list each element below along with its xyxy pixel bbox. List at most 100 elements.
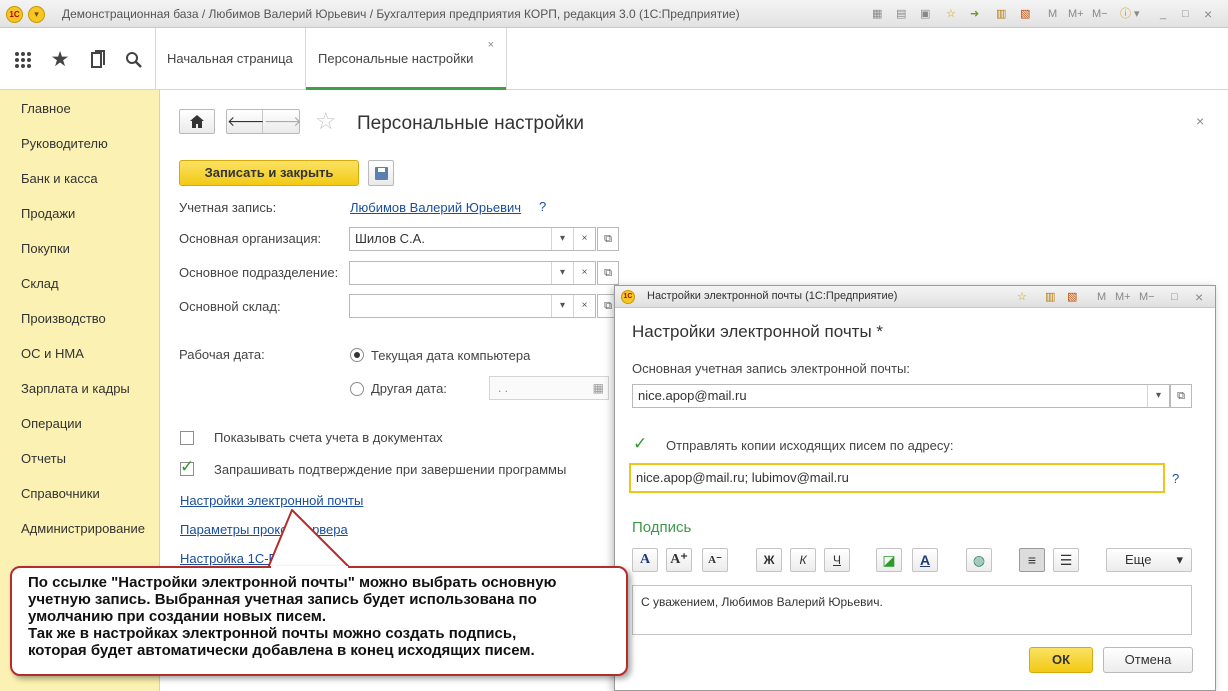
show-accounts-checkbox[interactable] — [180, 431, 194, 445]
bold-icon[interactable]: Ж — [756, 548, 782, 572]
calculator-icon[interactable]: ▥ — [1045, 289, 1055, 305]
warehouse-field[interactable]: ▾ × — [349, 294, 596, 318]
maximize-button[interactable]: □ — [1171, 289, 1178, 305]
info-icon[interactable]: ⓘ — [1120, 6, 1131, 22]
help-icon[interactable]: ? — [1172, 471, 1179, 486]
forward-arrow-icon[interactable]: 🡒 — [264, 110, 302, 133]
copies-address-field[interactable]: nice.apop@mail.ru; lubimov@mail.ru — [629, 463, 1165, 493]
history-icon[interactable] — [84, 46, 112, 74]
favorites-icon[interactable]: ☆ — [946, 6, 956, 22]
back-arrow-icon[interactable]: 🡐 — [227, 110, 265, 133]
favorites-icon[interactable]: ☆ — [1017, 289, 1027, 305]
help-icon[interactable]: ? — [539, 199, 546, 214]
form-close-icon[interactable]: × — [1196, 113, 1204, 129]
buhfon-settings-link[interactable]: Настройка 1С-Бухфо — [180, 551, 308, 566]
main-account-field[interactable]: nice.apop@mail.ru ▾ — [632, 384, 1170, 408]
sidebar-item-warehouse[interactable]: Склад — [21, 276, 59, 291]
radio-current-date-label[interactable]: Текущая дата компьютера — [371, 348, 530, 363]
preview-icon[interactable]: ▤ — [896, 6, 906, 22]
show-accounts-label[interactable]: Показывать счета учета в документах — [214, 430, 443, 445]
home-button[interactable] — [179, 109, 215, 134]
tab-personal-settings[interactable]: Персональные настройки × — [305, 28, 507, 90]
sidebar-item-catalogs[interactable]: Справочники — [21, 486, 100, 501]
sidebar-item-payroll[interactable]: Зарплата и кадры — [21, 381, 130, 396]
send-copies-label[interactable]: Отправлять копии исходящих писем по адре… — [666, 438, 953, 453]
font-icon[interactable]: A — [632, 548, 658, 572]
memory-add-button[interactable]: M+ — [1115, 289, 1131, 305]
favorites-star-icon[interactable]: ★ — [46, 46, 74, 74]
insert-image-icon[interactable]: ◍ — [966, 548, 992, 572]
chevron-down-icon[interactable]: ▾ — [551, 262, 573, 284]
sidebar-item-bank[interactable]: Банк и касса — [21, 171, 98, 186]
text-color-icon[interactable]: A — [912, 548, 938, 572]
sidebar-item-purchases[interactable]: Покупки — [21, 241, 70, 256]
sidebar-item-sales[interactable]: Продажи — [21, 206, 75, 221]
font-larger-icon[interactable]: A⁺ — [666, 548, 692, 572]
print-icon[interactable]: ▦ — [872, 6, 882, 22]
account-link[interactable]: Любимов Валерий Юрьевич — [350, 200, 521, 215]
radio-other-date-label[interactable]: Другая дата: — [371, 381, 447, 396]
proxy-settings-link[interactable]: Параметры прокси-сервера — [180, 522, 348, 537]
chevron-down-icon[interactable]: ▾ — [1147, 385, 1169, 407]
search-icon[interactable] — [120, 46, 148, 74]
tab-close-icon[interactable]: × — [488, 14, 494, 76]
save-and-close-button[interactable]: Записать и закрыть — [179, 160, 359, 186]
sidebar-item-production[interactable]: Производство — [21, 311, 106, 326]
close-button[interactable]: × — [1195, 289, 1203, 305]
sections-grid-icon[interactable] — [9, 46, 37, 74]
sidebar-item-main[interactable]: Главное — [21, 101, 71, 116]
chevron-down-icon[interactable]: ▾ — [551, 228, 573, 250]
signature-title: Подпись — [632, 519, 692, 536]
favorite-star-icon[interactable]: ☆ — [315, 108, 337, 136]
memory-store-button[interactable]: M — [1048, 6, 1057, 22]
clear-icon[interactable]: × — [573, 262, 595, 284]
open-icon[interactable]: ⧉ — [597, 261, 619, 285]
sidebar-item-administration[interactable]: Администрирование — [21, 521, 145, 536]
sidebar-item-assets[interactable]: ОС и НМА — [21, 346, 84, 361]
calendar-icon[interactable]: ▦ — [593, 377, 604, 399]
sidebar-item-management[interactable]: Руководителю — [21, 136, 108, 151]
calendar-icon[interactable]: ▧ — [1067, 289, 1077, 305]
cancel-button[interactable]: Отмена — [1103, 647, 1193, 673]
memory-store-button[interactable]: M — [1097, 289, 1106, 305]
chevron-down-icon[interactable]: ▾ — [551, 295, 573, 317]
minimize-button[interactable]: _ — [1160, 6, 1166, 22]
signature-editor[interactable]: С уважением, Любимов Валерий Юрьевич. — [632, 585, 1192, 635]
ok-button[interactable]: ОК — [1029, 647, 1093, 673]
confirm-exit-label[interactable]: Запрашивать подтверждение при завершении… — [214, 462, 566, 477]
clear-icon[interactable]: × — [573, 295, 595, 317]
info-menu-icon[interactable]: ▾ — [1134, 6, 1140, 22]
open-icon[interactable]: ⧉ — [1170, 384, 1192, 408]
clear-icon[interactable]: × — [573, 228, 595, 250]
main-menu-icon[interactable]: ▾ — [28, 6, 45, 23]
open-icon[interactable]: ⧉ — [597, 227, 619, 251]
highlight-color-icon[interactable]: ◪ — [876, 548, 902, 572]
underline-icon[interactable]: Ч — [824, 548, 850, 572]
memory-add-button[interactable]: M+ — [1068, 6, 1084, 22]
more-button[interactable]: Еще ▾ — [1106, 548, 1192, 572]
calculator-icon[interactable]: ▥ — [996, 6, 1006, 22]
organization-field[interactable]: Шилов С.А. ▾ × — [349, 227, 596, 251]
maximize-button[interactable]: □ — [1182, 6, 1189, 22]
save-button[interactable] — [368, 160, 394, 186]
sidebar-item-operations[interactable]: Операции — [21, 416, 82, 431]
close-button[interactable]: × — [1204, 6, 1212, 22]
other-date-field[interactable]: . . ▦ — [489, 376, 609, 400]
align-left-icon[interactable]: ≡ — [1019, 548, 1045, 572]
memory-subtract-button[interactable]: M− — [1139, 289, 1155, 305]
history-icon[interactable]: ➜ — [970, 6, 979, 22]
radio-other-date[interactable] — [350, 382, 364, 396]
app-logo-icon: 1С — [6, 6, 23, 23]
more-button-label: Еще — [1125, 552, 1152, 567]
radio-current-date[interactable] — [350, 348, 364, 362]
tab-home[interactable]: Начальная страница — [155, 28, 305, 90]
font-smaller-icon[interactable]: A⁻ — [702, 548, 728, 572]
align-center-icon[interactable]: ☰ — [1053, 548, 1079, 572]
italic-icon[interactable]: К — [790, 548, 816, 572]
email-settings-link[interactable]: Настройки электронной почты — [180, 493, 363, 508]
copy-icon[interactable]: ▣ — [920, 6, 930, 22]
memory-subtract-button[interactable]: M− — [1092, 6, 1108, 22]
calendar-icon[interactable]: ▧ — [1020, 6, 1030, 22]
department-field[interactable]: ▾ × — [349, 261, 596, 285]
sidebar-item-reports[interactable]: Отчеты — [21, 451, 66, 466]
